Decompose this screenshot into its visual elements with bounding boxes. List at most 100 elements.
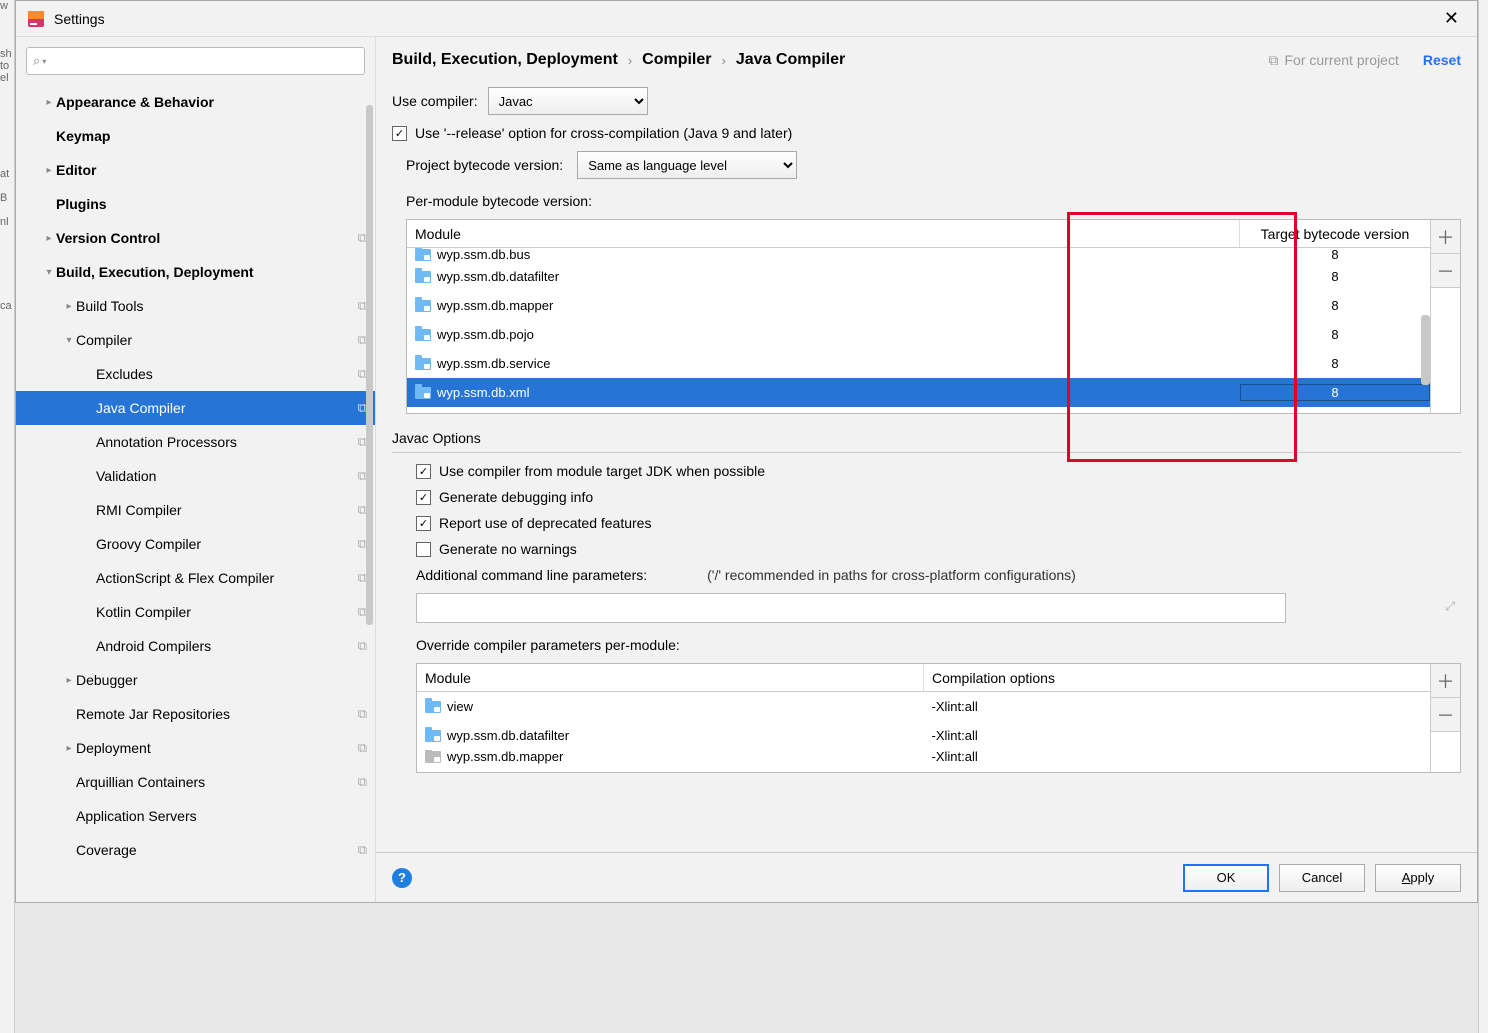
sidebar-item-excludes[interactable]: Excludes⧉	[16, 357, 375, 391]
sidebar-item-build-execution-deployment[interactable]: Build, Execution, Deployment	[16, 255, 375, 289]
help-button[interactable]: ?	[392, 868, 412, 888]
module-target-version[interactable]: 8	[1240, 298, 1430, 313]
sidebar-item-version-control[interactable]: Version Control⧉	[16, 221, 375, 255]
chevron-right-icon[interactable]	[62, 675, 76, 686]
chevron-down-icon[interactable]	[62, 335, 76, 346]
sidebar-item-keymap[interactable]: Keymap	[16, 119, 375, 153]
module-target-version[interactable]: 8	[1240, 356, 1430, 371]
sidebar-item-label: Debugger	[76, 672, 367, 688]
sidebar-item-rmi-compiler[interactable]: RMI Compiler⧉	[16, 493, 375, 527]
sidebar-item-application-servers[interactable]: Application Servers	[16, 799, 375, 833]
chevron-right-icon[interactable]	[62, 301, 76, 312]
no-warnings-checkbox[interactable]	[416, 542, 431, 557]
sidebar-item-actionscript-flex-compiler[interactable]: ActionScript & Flex Compiler⧉	[16, 561, 375, 595]
sidebar-item-deployment[interactable]: Deployment⧉	[16, 731, 375, 765]
search-input[interactable]: ⌕ ▾	[26, 47, 365, 75]
override-options[interactable]: -Xlint:all	[924, 750, 1431, 764]
project-bytecode-select[interactable]: Same as language level	[577, 151, 797, 179]
module-header[interactable]: Module	[407, 220, 1240, 247]
generate-debug-checkbox[interactable]: ✓	[416, 490, 431, 505]
copy-icon: ⧉	[1268, 52, 1278, 69]
module-target-version[interactable]: 8	[1240, 384, 1430, 401]
expand-icon[interactable]: ⤢	[1445, 599, 1455, 614]
release-option-checkbox[interactable]: ✓	[392, 126, 407, 141]
remove-override-button[interactable]: －	[1431, 698, 1460, 732]
module-icon	[425, 730, 441, 742]
module-row[interactable]: wyp.ssm.db.mapper8	[407, 291, 1430, 320]
report-deprecated-checkbox[interactable]: ✓	[416, 516, 431, 531]
module-target-version[interactable]: 8	[1240, 327, 1430, 342]
ok-button[interactable]: OK	[1183, 864, 1269, 892]
chevron-right-icon: ›	[722, 53, 726, 68]
sidebar-item-label: Appearance & Behavior	[56, 94, 367, 110]
breadcrumb-item[interactable]: Build, Execution, Deployment	[392, 51, 618, 69]
sidebar-item-kotlin-compiler[interactable]: Kotlin Compiler⧉	[16, 595, 375, 629]
sidebar-item-compiler[interactable]: Compiler⧉	[16, 323, 375, 357]
module-row[interactable]: wyp.ssm.db.service 8	[407, 349, 1430, 378]
sidebar-item-label: Editor	[56, 162, 367, 178]
settings-tree[interactable]: Appearance & Behavior Keymap Editor Plugins…	[16, 85, 375, 902]
target-version-header[interactable]: Target bytecode version	[1240, 220, 1430, 247]
module-name: wyp.ssm.db.service	[437, 356, 550, 371]
sidebar-item-build-tools[interactable]: Build Tools⧉	[16, 289, 375, 323]
sidebar-item-label: Kotlin Compiler	[96, 604, 354, 620]
module-icon	[425, 751, 441, 763]
cancel-button[interactable]: Cancel	[1279, 864, 1365, 892]
additional-params-input[interactable]	[416, 593, 1286, 623]
override-module-header[interactable]: Module	[417, 664, 924, 691]
override-params-label: Override compiler parameters per-module:	[416, 637, 1461, 653]
module-target-version[interactable]: 8	[1240, 269, 1430, 284]
chevron-right-icon[interactable]	[42, 165, 56, 176]
sidebar-item-appearance-behavior[interactable]: Appearance & Behavior	[16, 85, 375, 119]
sidebar-item-arquillian-containers[interactable]: Arquillian Containers⧉	[16, 765, 375, 799]
module-name: wyp.ssm.db.xml	[437, 385, 529, 400]
module-table-scrollbar[interactable]	[1421, 315, 1430, 385]
module-row[interactable]: wyp.ssm.db.xml 8	[407, 378, 1430, 407]
project-scope-icon: ⧉	[358, 774, 367, 790]
override-module-name: view	[447, 699, 473, 714]
override-options[interactable]: -Xlint:all	[924, 699, 1431, 714]
sidebar-item-annotation-processors[interactable]: Annotation Processors⧉	[16, 425, 375, 459]
chevron-right-icon[interactable]	[62, 743, 76, 754]
module-icon	[425, 701, 441, 713]
sidebar-item-label: Compiler	[76, 332, 354, 348]
override-row[interactable]: wyp.ssm.db.datafilter-Xlint:all	[417, 721, 1430, 750]
sidebar-item-coverage[interactable]: Coverage⧉	[16, 833, 375, 867]
use-compiler-select[interactable]: Javac	[488, 87, 648, 115]
sidebar-item-groovy-compiler[interactable]: Groovy Compiler⧉	[16, 527, 375, 561]
breadcrumb-item[interactable]: Compiler	[642, 51, 711, 69]
remove-module-button[interactable]: －	[1431, 254, 1460, 288]
module-row[interactable]: wyp.ssm.db.bus8	[407, 248, 1430, 262]
sidebar-item-label: Deployment	[76, 740, 354, 756]
override-options[interactable]: -Xlint:all	[924, 728, 1431, 743]
chevron-right-icon[interactable]	[42, 233, 56, 244]
sidebar-item-debugger[interactable]: Debugger	[16, 663, 375, 697]
sidebar-item-validation[interactable]: Validation⧉	[16, 459, 375, 493]
override-row[interactable]: wyp.ssm.db.mapper -Xlint:all	[417, 750, 1430, 764]
sidebar-item-label: Validation	[96, 468, 354, 484]
module-row[interactable]: wyp.ssm.db.datafilter8	[407, 262, 1430, 291]
sidebar-scrollbar[interactable]	[366, 105, 373, 625]
add-override-button[interactable]: ＋	[1431, 664, 1460, 698]
sidebar-item-java-compiler[interactable]: Java Compiler⧉	[16, 391, 375, 425]
use-module-jdk-checkbox[interactable]: ✓	[416, 464, 431, 479]
override-row[interactable]: view -Xlint:all	[417, 692, 1430, 721]
chevron-down-icon[interactable]	[42, 267, 56, 278]
add-module-button[interactable]: ＋	[1431, 220, 1460, 254]
additional-params-label: Additional command line parameters:	[416, 567, 647, 583]
sidebar-item-plugins[interactable]: Plugins	[16, 187, 375, 221]
apply-button[interactable]: Apply	[1375, 864, 1461, 892]
override-module-name: wyp.ssm.db.mapper	[447, 750, 563, 764]
search-icon: ⌕	[33, 53, 40, 69]
close-button[interactable]: ✕	[1436, 4, 1467, 33]
module-target-version[interactable]: 8	[1240, 248, 1430, 262]
sidebar-item-label: RMI Compiler	[96, 502, 354, 518]
module-row[interactable]: wyp.ssm.db.pojo8	[407, 320, 1430, 349]
sidebar-item-remote-jar-repositories[interactable]: Remote Jar Repositories⧉	[16, 697, 375, 731]
reset-link[interactable]: Reset	[1423, 52, 1461, 68]
sidebar-item-android-compilers[interactable]: Android Compilers⧉	[16, 629, 375, 663]
chevron-right-icon[interactable]	[42, 97, 56, 108]
breadcrumb: Build, Execution, Deployment › Compiler …	[392, 51, 1268, 69]
override-options-header[interactable]: Compilation options	[924, 664, 1430, 691]
sidebar-item-editor[interactable]: Editor	[16, 153, 375, 187]
